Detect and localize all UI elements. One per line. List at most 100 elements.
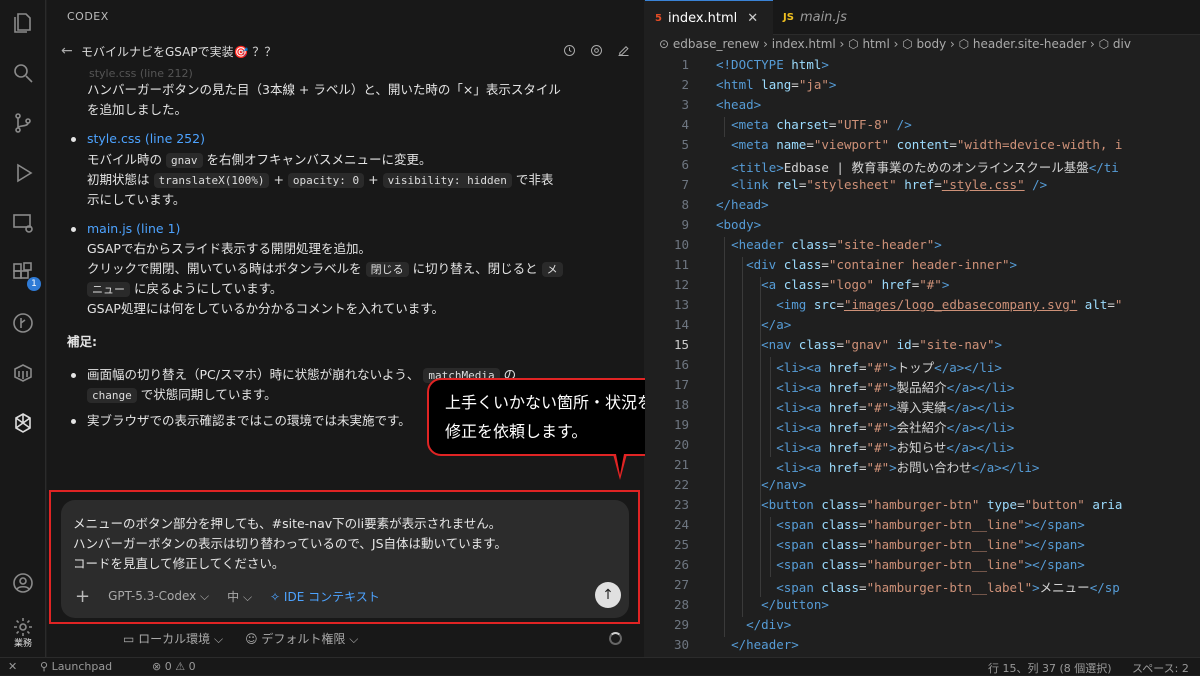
line-number: 19 bbox=[673, 417, 689, 432]
prompt-toolbar: + GPT-5.3-Codex ⌵ 中 ⌵ ✧ IDE コンテキスト bbox=[75, 586, 615, 607]
code-editor: 5 index.html ✕ JS main.js ⊙ edbase_renew… bbox=[645, 0, 1200, 657]
inline-code: 閉じる bbox=[365, 262, 409, 277]
line-number: 24 bbox=[673, 517, 689, 532]
settings-icon[interactable] bbox=[589, 43, 604, 58]
code-line: <span class="hamburger-btn__line"></span… bbox=[776, 557, 1085, 572]
cursor-position[interactable]: 行 15、列 37 (8 個選択) bbox=[988, 660, 1112, 676]
run-debug-icon[interactable] bbox=[8, 158, 38, 188]
problems-count[interactable]: ⊗ 0 ⚠ 0 bbox=[152, 660, 196, 673]
env-label: ローカル環境 ⌵ bbox=[138, 632, 224, 646]
msg-text: GSAP処理には何をしているか分かるコメントを入れています。 bbox=[87, 301, 444, 316]
msg-line: クリックで開閉、開いている時はボタンラベルを 閉じる に切り替え、閉じると メ bbox=[87, 259, 563, 280]
extensions-badge: 1 bbox=[27, 277, 41, 291]
code-area[interactable]: 1 2 3 4 5 6 7 8 9 10 11 12 13 14 15 16 1… bbox=[645, 57, 1200, 657]
activity-bar: 1 業務 bbox=[0, 0, 46, 657]
msg-text: を追加しました。 bbox=[87, 102, 188, 117]
code-line: <li><a href="#">導入実績</a></li> bbox=[776, 400, 1015, 415]
code-line: </head> bbox=[716, 197, 769, 212]
msg-text: 実ブラウザでの表示確認まではこの環境では未実施です。 bbox=[87, 413, 411, 428]
thread-header: ← モバイルナビをGSAPで実装🎯 ？？ bbox=[61, 40, 631, 62]
inline-code: opacity: 0 bbox=[287, 173, 365, 188]
tab-index-html[interactable]: 5 index.html ✕ bbox=[645, 0, 773, 35]
line-number: 3 bbox=[681, 97, 689, 112]
history-icon[interactable] bbox=[562, 43, 577, 58]
js-file-icon: JS bbox=[783, 12, 794, 23]
code-line: <li><a href="#">トップ</a></li> bbox=[776, 360, 1002, 375]
remote-indicator-icon[interactable]: ✕ bbox=[8, 660, 17, 673]
line-number: 10 bbox=[673, 237, 689, 252]
source-control-icon[interactable] bbox=[8, 108, 38, 138]
file-link-main-js[interactable]: main.js (line 1) bbox=[87, 219, 180, 239]
prompt-input[interactable]: メニューのボタン部分を押しても、#site-nav下のli要素が表示されません。… bbox=[61, 500, 629, 618]
code-line: </header> bbox=[731, 637, 799, 652]
line-number: 9 bbox=[681, 217, 689, 232]
code-line: <img src="images/logo_edbasecompany.svg"… bbox=[776, 297, 1123, 312]
code-line: <div class="container header-inner"> bbox=[746, 257, 1018, 272]
code-line: <header class="site-header"> bbox=[731, 237, 942, 252]
line-number: 28 bbox=[673, 597, 689, 612]
text: 初期状態は bbox=[87, 172, 150, 187]
openai-codex-icon[interactable] bbox=[8, 408, 38, 438]
code-line: <li><a href="#">製品紹介</a></li> bbox=[776, 380, 1015, 395]
new-chat-icon[interactable] bbox=[616, 43, 631, 58]
code-line: <button class="hamburger-btn" type="butt… bbox=[761, 497, 1123, 512]
line-number: 12 bbox=[673, 277, 689, 292]
model-selector[interactable]: GPT-5.3-Codex ⌵ bbox=[108, 589, 209, 604]
tab-label: main.js bbox=[799, 10, 847, 25]
msg-text: 示にしています。 bbox=[87, 192, 186, 207]
explorer-icon[interactable] bbox=[8, 8, 38, 38]
text: クリックで開閉、開いている時はボタンラベルを bbox=[87, 261, 362, 276]
line-number: 2 bbox=[681, 77, 689, 92]
text: + bbox=[273, 172, 284, 187]
breadcrumb[interactable]: ⊙ edbase_renew › index.html › ⬡ html › ⬡… bbox=[659, 37, 1131, 51]
file-link-style-css[interactable]: style.css (line 252) bbox=[87, 129, 205, 149]
line-number: 25 bbox=[673, 537, 689, 552]
thread-title: モバイルナビをGSAPで実装🎯 ？？ bbox=[81, 44, 277, 59]
code-line: <a class="logo" href="#"> bbox=[761, 277, 950, 292]
code-line: <li><a href="#">お知らせ</a></li> bbox=[776, 440, 1015, 455]
line-number: 30 bbox=[673, 637, 689, 652]
text: モバイル時の bbox=[87, 152, 163, 167]
environment-row: ▭ ローカル環境 ⌵ ☺ デフォルト権限 ⌵ bbox=[123, 630, 358, 647]
msg-text: ハンバーガーボタンの見た目（3本線 + ラベル）と、開いた時の「×」表示スタイル bbox=[87, 82, 561, 97]
launchpad-item[interactable]: ⚲ Launchpad bbox=[40, 660, 112, 673]
back-arrow-icon[interactable]: ← bbox=[61, 43, 81, 59]
ide-context-label: IDE コンテキスト bbox=[283, 589, 380, 604]
local-env-dropdown[interactable]: ▭ ローカル環境 ⌵ bbox=[123, 630, 223, 647]
supplement-heading: 補足: bbox=[67, 334, 97, 349]
code-line: <li><a href="#">会社紹介</a></li> bbox=[776, 420, 1015, 435]
git-graph-icon[interactable] bbox=[8, 308, 38, 338]
code-line: <meta name="viewport" content="width=dev… bbox=[731, 137, 1123, 152]
code-line: <span class="hamburger-btn__line"></span… bbox=[776, 517, 1085, 532]
account-icon[interactable] bbox=[8, 568, 38, 598]
line-number: 8 bbox=[681, 197, 689, 212]
code-line: <span class="hamburger-btn__line"></span… bbox=[776, 537, 1085, 552]
code-line: </a> bbox=[761, 317, 792, 332]
remote-explorer-icon[interactable] bbox=[8, 208, 38, 238]
search-icon[interactable] bbox=[8, 58, 38, 88]
status-bar: ✕ ⚲ Launchpad ⊗ 0 ⚠ 0 行 15、列 37 (8 個選択) … bbox=[0, 657, 1200, 675]
code-line: <head> bbox=[716, 97, 762, 112]
line-number: 26 bbox=[673, 557, 689, 572]
permission-dropdown[interactable]: ☺ デフォルト権限 ⌵ bbox=[245, 630, 358, 647]
send-button[interactable]: ↑ bbox=[595, 582, 621, 608]
code-line: <html lang="ja"> bbox=[716, 77, 837, 92]
extensions-icon[interactable]: 1 bbox=[8, 258, 41, 291]
containers-icon[interactable] bbox=[8, 358, 38, 388]
line-number: 7 bbox=[681, 177, 689, 192]
code-line: </button> bbox=[761, 597, 829, 612]
reasoning-selector[interactable]: 中 ⌵ bbox=[227, 588, 252, 605]
html-file-icon: 5 bbox=[655, 12, 662, 24]
line-number-active: 15 bbox=[673, 337, 689, 352]
ide-context-toggle[interactable]: ✧ IDE コンテキスト bbox=[270, 588, 380, 605]
inline-code: translateX(100%) bbox=[153, 173, 270, 188]
msg-line: change で状態同期しています。 bbox=[87, 385, 277, 406]
indent-spaces[interactable]: スペース: 2 bbox=[1132, 660, 1189, 676]
tab-main-js[interactable]: JS main.js bbox=[773, 0, 857, 35]
add-attachment-icon[interactable]: + bbox=[75, 586, 90, 607]
line-number: 22 bbox=[673, 477, 689, 492]
line-number: 6 bbox=[681, 157, 689, 172]
prompt-text[interactable]: メニューのボタン部分を押しても、#site-nav下のli要素が表示されません。… bbox=[73, 514, 507, 574]
close-tab-icon[interactable]: ✕ bbox=[747, 11, 758, 26]
bullet-dot bbox=[71, 373, 76, 378]
